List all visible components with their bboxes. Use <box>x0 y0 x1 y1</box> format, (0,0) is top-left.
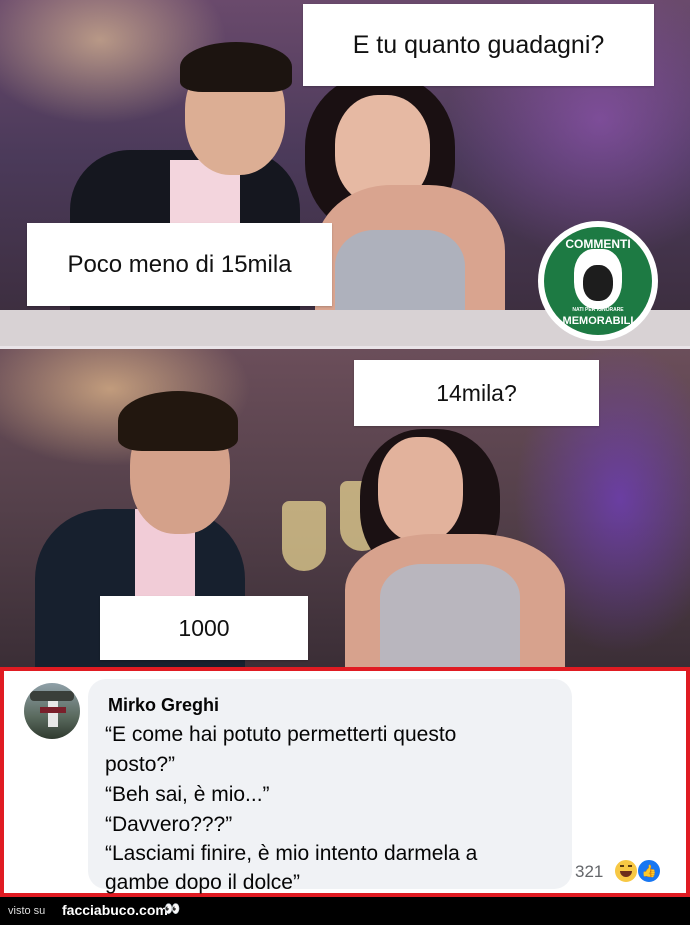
caption-question: 14mila? <box>354 360 599 426</box>
woman-face <box>378 437 463 542</box>
caption-answer: 1000 <box>100 596 308 660</box>
comment-line: “Davvero???” <box>105 813 233 836</box>
man-hair <box>180 42 292 92</box>
meme-panel-bottom: 14mila? 1000 <box>0 349 690 667</box>
comment-line: “E come hai potuto permetterti questo <box>105 723 457 746</box>
bearded-face-icon <box>574 249 622 309</box>
logo-text-small: NATI PER IGNORARE <box>572 307 624 313</box>
man-hair <box>118 391 238 451</box>
comment-screenshot: Mirko Greghi “E come hai potuto permette… <box>0 667 690 897</box>
logo-text-bottom: MEMORABILI <box>562 315 634 327</box>
comment-line: “Lasciami finire, è mio intento darmela … <box>105 842 478 865</box>
eyes-icon: 👀 <box>164 901 180 916</box>
comment-line: posto?” <box>105 753 176 776</box>
like-reaction-icon[interactable]: 👍 <box>637 859 661 883</box>
footer-visto-su: visto su <box>8 905 46 917</box>
commenti-memorabili-logo: COMMENTI NATI PER IGNORARE MEMORABILI <box>538 221 658 341</box>
wine-glass-icon <box>282 501 326 571</box>
meme-panel-top: E tu quanto guadagni? Poco meno di 15mil… <box>0 0 690 346</box>
avatar[interactable] <box>24 683 80 739</box>
comment-author[interactable]: Mirko Greghi <box>108 695 219 716</box>
comment-line: “Beh sai, è mio...” <box>105 783 270 806</box>
reaction-count[interactable]: 321 <box>575 862 603 882</box>
footer-brand[interactable]: facciabuco.com <box>62 902 168 918</box>
caption-question: E tu quanto guadagni? <box>303 4 654 86</box>
caption-answer: Poco meno di 15mila <box>27 223 332 306</box>
site-footer: visto su facciabuco.com 👀 <box>0 897 690 925</box>
woman-dress <box>380 564 520 667</box>
comment-line: gambe dopo il dolce” <box>105 871 300 894</box>
comment-bubble: Mirko Greghi “E come hai potuto permette… <box>88 679 572 894</box>
haha-reaction-icon[interactable] <box>614 859 638 883</box>
